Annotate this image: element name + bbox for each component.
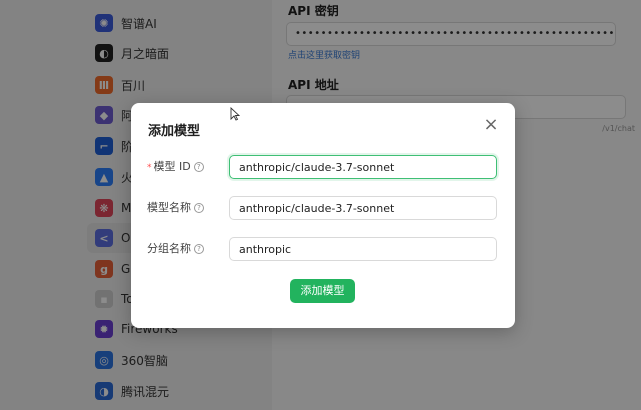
model-name-label: 模型名称? (147, 196, 204, 220)
add-model-dialog: 添加模型 × *模型 ID? 模型名称? 分组名称? 添加模型 (131, 103, 515, 328)
group-name-input[interactable] (229, 237, 497, 261)
model-name-row: 模型名称? (131, 196, 515, 220)
help-icon[interactable]: ? (194, 203, 204, 213)
add-model-button[interactable]: 添加模型 (290, 279, 355, 303)
model-id-input[interactable] (229, 155, 497, 179)
model-name-input[interactable] (229, 196, 497, 220)
dialog-title: 添加模型 (148, 124, 201, 139)
model-id-label: * 模型 ID? (147, 155, 204, 179)
group-name-row: 分组名称? (131, 237, 515, 261)
help-icon[interactable]: ? (193, 162, 204, 172)
help-icon[interactable]: ? (194, 244, 204, 254)
close-icon[interactable]: × (481, 115, 501, 135)
required-mark: * (147, 163, 152, 173)
model-id-row: * 模型 ID? (131, 155, 515, 179)
group-name-label: 分组名称? (147, 237, 204, 261)
mouse-cursor-icon (230, 107, 240, 121)
